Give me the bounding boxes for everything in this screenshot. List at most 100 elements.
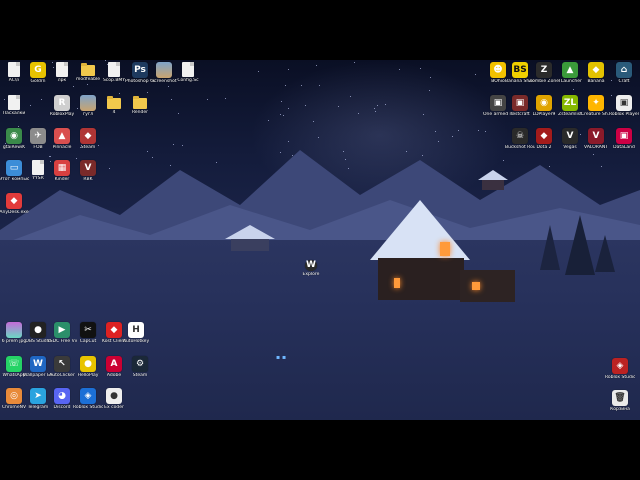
desktop-shortcut[interactable]: R RobloxPlay <box>48 95 76 129</box>
desktop-shortcut[interactable]: V VALORANT <box>582 128 610 162</box>
star <box>338 106 339 107</box>
shortcut-icon: ▣ <box>490 95 506 111</box>
shortcut-label: Корзина <box>610 407 630 412</box>
desktop-shortcut[interactable]: ● HelloPlay <box>74 356 102 390</box>
shortcut-icon: ✈ <box>30 128 46 144</box>
shortcut-icon: V <box>588 128 604 144</box>
explore-shortcut[interactable]: W Explore <box>303 260 319 276</box>
desktop-shortcut[interactable]: ✂ CapCut <box>74 322 102 356</box>
shortcut-icon: ◈ <box>612 358 628 374</box>
desktop-shortcut[interactable]: ⌂ Craft <box>610 62 638 96</box>
desktop-shortcut[interactable]: A Adobe <box>100 356 128 390</box>
desktop-shortcut[interactable]: Scop.BMY <box>100 62 128 96</box>
loading-dots: ▪ ▪ <box>276 354 287 361</box>
shortcut-icon: ✂ <box>80 322 96 338</box>
desktop-shortcut[interactable]: ◉ LDPlayer9 <box>530 95 558 129</box>
star <box>420 68 421 69</box>
shortcut-icon: ◕ <box>54 388 70 404</box>
desktop-shortcut[interactable]: Пасхалки <box>0 95 28 129</box>
desktop-shortcut[interactable]: 🗑 Корзина <box>606 390 634 420</box>
desktop-shortcut[interactable]: ↖ AutoClicker <box>48 356 76 390</box>
shortcut-icon: ◈ <box>80 388 96 404</box>
shortcut-icon: H <box>128 322 144 338</box>
star <box>429 90 430 91</box>
desktop-shortcut[interactable]: гугл <box>74 95 102 129</box>
shortcut-icon <box>80 95 96 111</box>
desktop-shortcut[interactable]: 4 <box>100 95 128 129</box>
desktop-shortcut[interactable]: ◆ AnyDesk.exe <box>0 193 29 227</box>
shortcut-label: AutoHotkey <box>122 339 150 344</box>
star <box>207 99 208 100</box>
star <box>288 108 289 109</box>
shortcut-icon: ◆ <box>6 193 22 209</box>
shortcut-icon: ☻ <box>490 62 506 78</box>
shortcut-icon: Ps <box>132 62 148 78</box>
shortcut-icon: ▲ <box>54 128 70 144</box>
shortcut-icon: ▣ <box>616 95 632 111</box>
desktop-shortcut[interactable]: H AutoHotkey <box>122 322 150 356</box>
small-cabin-left <box>225 225 275 255</box>
desktop-shortcut[interactable]: ▦ Kinder <box>48 160 76 194</box>
cabin-roof <box>370 200 470 260</box>
desktop-shortcut[interactable]: ▲ TLauncher <box>556 62 584 96</box>
desktop-shortcut[interactable]: ◈ Roblox Studio <box>73 388 103 420</box>
desktop-shortcut[interactable]: ◈ Roblox Studio <box>605 358 635 392</box>
desktop-shortcut[interactable]: лрк <box>48 62 76 96</box>
shortcut-icon: ▦ <box>54 160 70 176</box>
shortcut-icon: ◉ <box>536 95 552 111</box>
shortcut-label: Banana <box>587 79 605 84</box>
letterbox-top <box>0 0 640 60</box>
shortcut-icon: ● <box>30 322 46 338</box>
star <box>301 85 302 86</box>
shortcut-icon: V <box>562 128 578 144</box>
desktop-shortcut[interactable]: ⚙ Steam <box>126 356 154 390</box>
desktop-shortcut[interactable]: ◆ Dota 2 <box>530 128 558 162</box>
desktop[interactable]: ▪ ▪ AC\n G Goldrn лрк modfeable Scop.BMY Ps Pho… <box>0 60 640 420</box>
desktop-shortcut[interactable]: ✦ Creature Sh... <box>581 95 611 129</box>
shortcut-icon: R <box>54 95 70 111</box>
star <box>399 69 400 70</box>
shortcut-icon: ⌂ <box>616 62 632 78</box>
desktop-shortcut[interactable]: ● Ex coder <box>100 388 128 420</box>
shortcut-label: AnyDesk.exe <box>0 210 29 215</box>
desktop-shortcut[interactable]: ▲ Pinnacle <box>48 128 76 162</box>
desktop-shortcut[interactable]: modfeable <box>74 62 102 96</box>
shortcut-icon <box>182 62 194 77</box>
star <box>475 74 476 75</box>
shortcut-icon <box>108 62 120 77</box>
desktop-shortcut[interactable]: V Vegas <box>556 128 584 162</box>
shortcut-icon <box>6 322 22 338</box>
star <box>374 108 375 109</box>
cabin-annex <box>460 270 515 302</box>
shortcut-icon: ➤ <box>30 388 46 404</box>
shortcut-icon: ◎ <box>6 388 22 404</box>
desktop-shortcut[interactable]: ZZombie Zone Zero <box>529 62 559 96</box>
cabin-body <box>378 258 464 300</box>
desktop-shortcut[interactable]: ▣ Roblox Player <box>609 95 639 129</box>
shortcut-icon: ● <box>80 356 96 372</box>
star <box>281 101 282 102</box>
shortcut-icon <box>133 96 147 109</box>
shortcut-icon <box>56 62 68 77</box>
desktop-shortcut[interactable]: ◕ Discord <box>48 388 76 420</box>
desktop-shortcut[interactable]: Render <box>126 95 154 129</box>
star <box>41 99 42 100</box>
desktop-shortcut[interactable]: ◆ Banana <box>582 62 610 96</box>
shortcut-icon <box>8 62 20 77</box>
desktop-shortcut[interactable]: ZL Zsteamlist <box>556 95 584 129</box>
star <box>30 105 31 106</box>
desktop-shortcut[interactable]: V RBK <box>74 160 102 194</box>
desktop-shortcut[interactable]: ◆ Steam <box>74 128 102 162</box>
desktop-shortcut[interactable]: Config.Sc <box>174 62 202 96</box>
shortcut-label: Craft <box>618 79 630 84</box>
shortcut-label: Пасхалки <box>2 111 26 116</box>
shortcut-label: Config.Sc <box>177 78 199 83</box>
shortcut-label: Roblox Player <box>609 112 639 117</box>
desktop-shortcut[interactable]: ▶YSDC Free Video Editor <box>47 322 77 356</box>
shortcut-icon: ◆ <box>536 128 552 144</box>
shortcut-icon: ● <box>106 388 122 404</box>
desktop-shortcut[interactable]: ▣ DataLand <box>610 128 638 162</box>
shortcut-icon <box>32 160 44 175</box>
shortcut-icon <box>81 63 95 76</box>
pine-trees <box>540 215 615 275</box>
